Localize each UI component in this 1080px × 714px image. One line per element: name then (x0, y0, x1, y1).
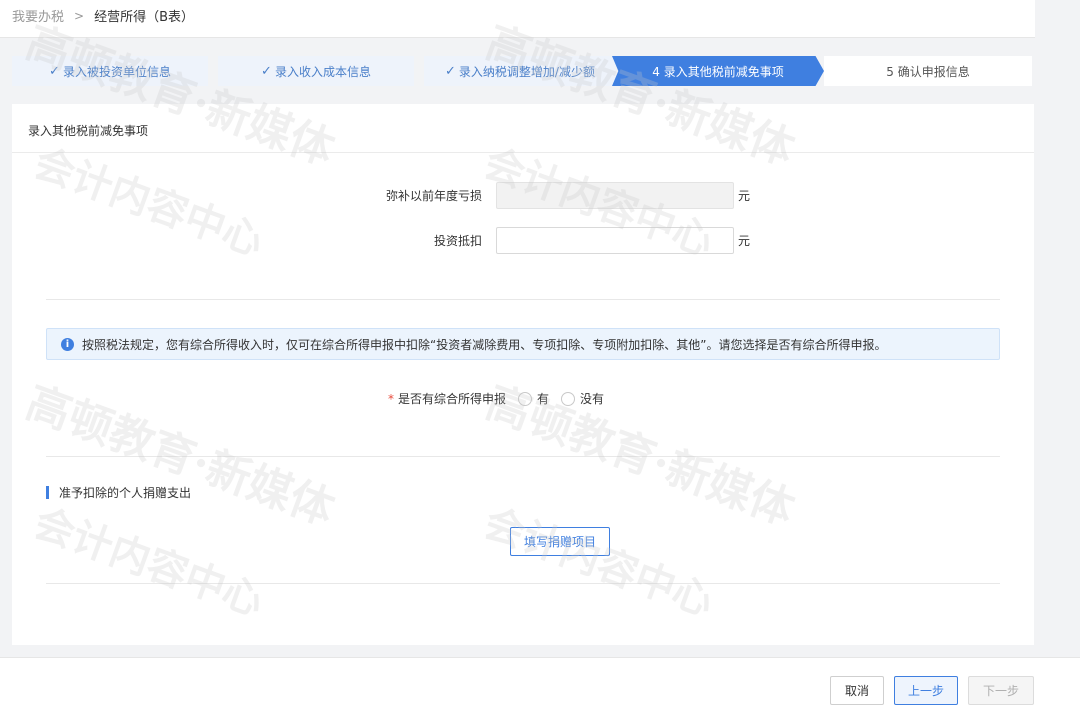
section-marker (46, 486, 49, 499)
check-icon: ✓ (49, 63, 60, 79)
previous-step-button[interactable]: 上一步 (894, 676, 958, 705)
loss-offset-unit: 元 (738, 189, 751, 203)
radio-circle[interactable] (518, 391, 533, 406)
info-icon: i (61, 337, 74, 351)
breadcrumb-separator: > (74, 8, 85, 23)
step-4-current: 4 录入其他税前减免事项 (612, 56, 824, 86)
step-4-label: 4 录入其他税前减免事项 (652, 64, 784, 79)
radio-no-label: 没有 (580, 392, 605, 406)
donation-section-title: 准予扣除的个人捐赠支出 (46, 484, 191, 501)
step-5-label: 5 确认申报信息 (886, 64, 970, 79)
cancel-button[interactable]: 取消 (830, 676, 884, 705)
radio-no[interactable]: 没有 (561, 390, 604, 407)
breadcrumb: 我要办税 > 经营所得（B表） (12, 6, 194, 26)
radio-circle[interactable] (561, 391, 576, 406)
loss-offset-input (496, 182, 734, 209)
radio-yes-label: 有 (537, 392, 550, 406)
investment-deduction-unit: 元 (738, 234, 751, 248)
section-divider (46, 299, 1000, 300)
notice-text: 按照税法规定，您有综合所得收入时，仅可在综合所得申报中扣除“投资者减除费用、专项… (82, 337, 887, 352)
loss-offset-label: 弥补以前年度亏损 (385, 189, 482, 203)
step-3[interactable]: ✓ 录入纳税调整增加/减少额 (424, 56, 616, 86)
donation-section-label: 准予扣除的个人捐赠支出 (59, 486, 192, 500)
step-1-label: 录入被投资单位信息 (62, 64, 171, 79)
top-bar: 我要办税 > 经营所得（B表） (0, 0, 1035, 38)
panel-divider (12, 152, 1034, 153)
breadcrumb-current: 经营所得（B表） (94, 10, 194, 25)
panel-title: 录入其他税前减免事项 (28, 124, 149, 138)
investment-deduction-input[interactable] (496, 227, 734, 254)
fill-donation-button[interactable]: 填写捐赠项目 (510, 527, 610, 556)
notice-banner: i 按照税法规定，您有综合所得收入时，仅可在综合所得申报中扣除“投资者减除费用、… (46, 328, 1000, 360)
step-indicator: ✓ 录入被投资单位信息 ✓ 录入收入成本信息 ✓ 录入纳税调整增加/减少额 4 … (12, 56, 1032, 86)
next-step-button: 下一步 (968, 676, 1034, 705)
radio-yes[interactable]: 有 (518, 390, 549, 407)
check-icon: ✓ (445, 63, 456, 79)
breadcrumb-root[interactable]: 我要办税 (12, 6, 64, 25)
step-2[interactable]: ✓ 录入收入成本信息 (218, 56, 414, 86)
loss-offset-row: 弥补以前年度亏损 元 (376, 182, 750, 209)
comprehensive-income-label: 是否有综合所得申报 (398, 392, 507, 406)
form-panel: 录入其他税前减免事项 弥补以前年度亏损 元 投资抵扣 元 i 按照税法规定，您有… (12, 104, 1034, 645)
step-5: 5 确认申报信息 (824, 56, 1032, 86)
section-divider (46, 583, 1000, 584)
comprehensive-income-row: * 是否有综合所得申报 有 没有 (388, 390, 604, 407)
footer-bar: 取消 上一步 下一步 (0, 657, 1080, 714)
required-mark: * (388, 391, 394, 406)
investment-deduction-row: 投资抵扣 元 (376, 227, 750, 254)
step-1[interactable]: ✓ 录入被投资单位信息 (12, 56, 208, 86)
section-divider (46, 456, 1000, 457)
step-3-label: 录入纳税调整增加/减少额 (458, 64, 595, 79)
step-2-label: 录入收入成本信息 (274, 64, 371, 79)
investment-deduction-label: 投资抵扣 (433, 234, 482, 248)
check-icon: ✓ (261, 63, 272, 79)
